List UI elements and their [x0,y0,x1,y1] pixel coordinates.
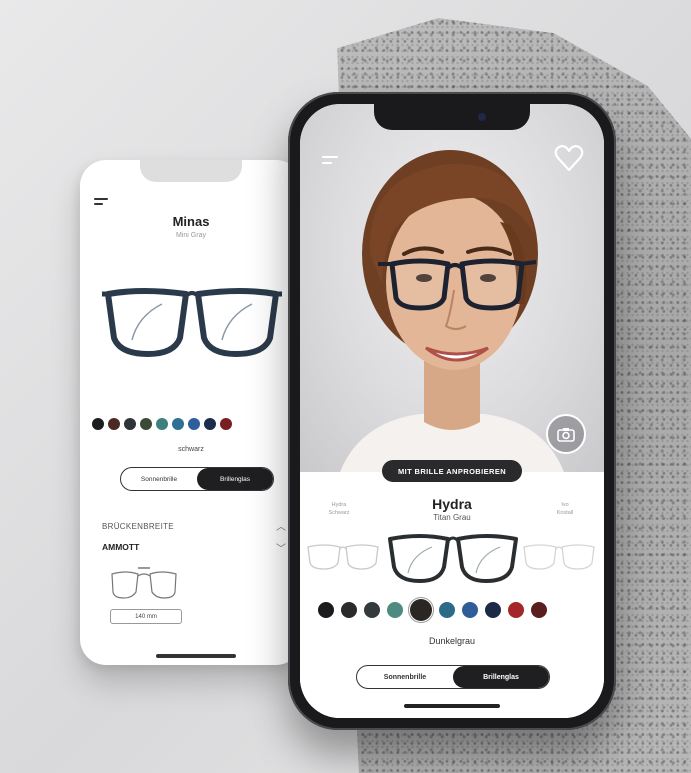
color-swatches [318,599,547,621]
section-label: BRÜCKENBREITE [102,522,174,531]
color-swatch[interactable] [485,602,501,618]
product-title: Minas [172,214,210,229]
color-swatch[interactable] [92,418,104,430]
selected-glasses-image [388,534,518,583]
product-panel: Hydra Schwarz Ivo Kristall Hydra Titan G… [300,472,604,718]
color-swatch[interactable] [124,418,136,430]
bridge-measure-diagram [111,567,177,599]
color-swatches [92,418,232,430]
product-subtitle: Mini Gray [176,232,206,239]
color-swatch[interactable] [204,418,216,430]
color-swatch[interactable] [410,599,432,621]
toggle-sunglasses[interactable]: Sonnenbrille [357,666,453,688]
color-swatch[interactable] [220,418,232,430]
home-indicator [156,654,236,658]
chevron-down-icon[interactable]: ﹀ [276,540,286,555]
back-notch [140,160,242,182]
prev-glasses-thumbnail [307,544,379,570]
glasses-carousel[interactable] [300,527,604,587]
lens-toggle: Sonnenbrille Brillenglas [120,467,274,491]
color-swatch[interactable] [108,418,120,430]
chevron-up-icon[interactable]: ︿ [276,518,286,533]
section-value: AMMOTT [102,542,140,552]
color-swatch[interactable] [341,602,357,618]
color-name: Dunkelgrau [428,636,476,646]
color-swatch[interactable] [156,418,168,430]
color-swatch[interactable] [318,602,334,618]
color-swatch[interactable] [387,602,403,618]
toggle-sunglasses[interactable]: Sonnenbrille [121,468,197,490]
color-swatch[interactable] [462,602,478,618]
color-name: schwarz [178,446,204,453]
camera-icon[interactable] [546,414,586,454]
color-swatch[interactable] [188,418,200,430]
next-glasses-thumbnail [523,544,595,570]
menu-icon[interactable] [322,156,338,168]
home-indicator [404,704,500,708]
try-on-button[interactable]: MIT BRILLE ANPROBIEREN [382,460,522,482]
toggle-lenses[interactable]: Brillenglas [197,468,273,490]
lens-toggle: Sonnenbrille Brillenglas [356,665,550,689]
measure-button[interactable]: 140 mm [110,609,182,624]
menu-icon[interactable] [94,198,108,208]
color-swatch[interactable] [508,602,524,618]
phone-notch [374,104,530,130]
color-swatch[interactable] [531,602,547,618]
phone-screen: MIT BRILLE ANPROBIEREN Hydra Schwarz Ivo… [300,104,604,718]
color-swatch[interactable] [364,602,380,618]
color-swatch[interactable] [140,418,152,430]
glasses-image [102,288,282,357]
back-phone: Minas Mini Gray schwarz Sonnenbrille Bri… [80,160,302,665]
toggle-lenses[interactable]: Brillenglas [453,666,549,688]
color-swatch[interactable] [172,418,184,430]
model-subtitle: Titan Grau [433,513,471,522]
heart-icon[interactable] [554,144,584,172]
front-phone: MIT BRILLE ANPROBIEREN Hydra Schwarz Ivo… [288,92,616,730]
color-swatch[interactable] [439,602,455,618]
model-name: Hydra [432,496,472,512]
